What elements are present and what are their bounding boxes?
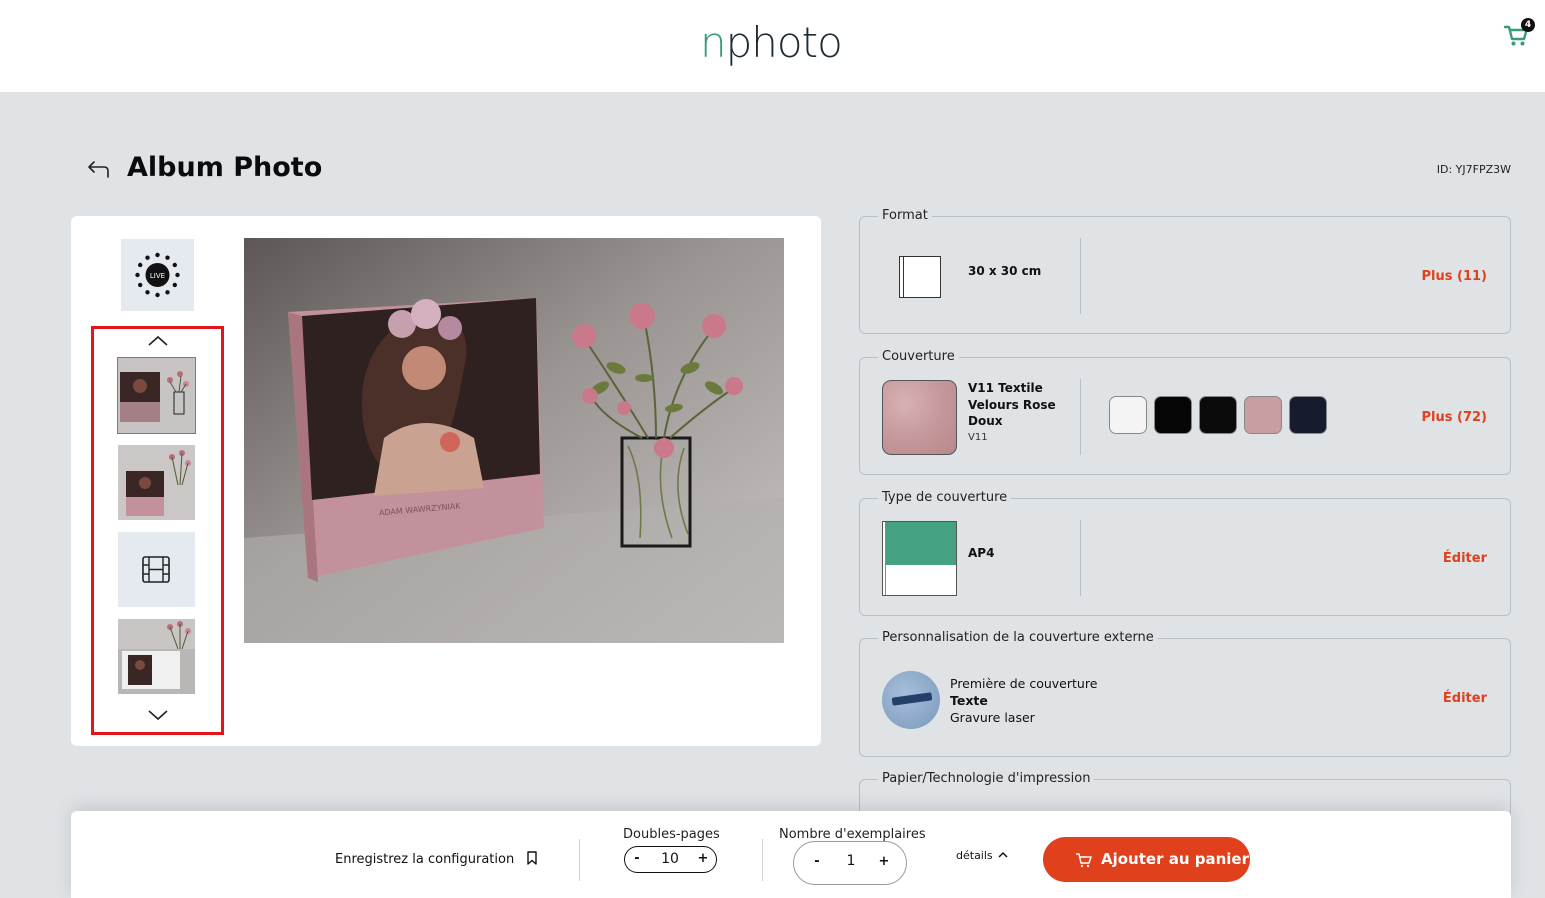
chevron-up-icon [148, 335, 168, 346]
cover-name: V11 Textile Velours Rose Doux V11 [968, 380, 1056, 446]
live-icon: LIVE [135, 252, 180, 298]
thumbnails-down-button[interactable] [146, 707, 170, 721]
paper-legend: Papier/Technologie d'impression [878, 771, 1095, 787]
back-arrow-icon [88, 161, 109, 178]
pages-decrement-button[interactable]: - [630, 851, 644, 867]
format-value: 30 x 30 cm [968, 264, 1042, 278]
laser-engraving-preview [882, 671, 940, 729]
personalization-details: Première de couverture Texte Gravure las… [950, 675, 1097, 726]
main-product-photo: ADAM WAWRZYNIAK [244, 238, 784, 643]
cover-personalization-panel: Personnalisation de la couverture extern… [859, 630, 1511, 757]
details-label: détails [956, 849, 993, 862]
thumbnail-photo-2[interactable] [118, 445, 195, 520]
add-to-cart-label: Ajouter au panier [1101, 850, 1249, 868]
thumbnail-photo-3[interactable] [118, 619, 195, 694]
format-more-button[interactable]: Plus (11) [1422, 269, 1487, 284]
bookmark-icon [527, 851, 538, 865]
nphoto-logo[interactable]: nphoto [700, 22, 843, 64]
cover-code: V11 [968, 431, 988, 443]
cart-button[interactable]: 4 [1503, 18, 1535, 52]
format-option-panel: Format 30 x 30 cm Plus (11) [859, 208, 1511, 334]
thumbnail-photo-1[interactable] [117, 357, 196, 434]
thumbnail-video[interactable] [118, 532, 195, 607]
navy-textile-swatch[interactable] [1289, 396, 1327, 434]
add-to-cart-button[interactable]: Ajouter au panier [1043, 837, 1250, 882]
cover-more-button[interactable]: Plus (72) [1422, 410, 1487, 425]
cover-option-panel: Couverture V11 Textile Velours Rose Doux… [859, 349, 1511, 475]
cover-material-preview [882, 380, 957, 455]
cover-divider [1080, 379, 1081, 455]
black-textile-swatch[interactable] [1154, 396, 1192, 434]
film-icon [142, 556, 170, 583]
white-textile-swatch[interactable] [1109, 396, 1147, 434]
personalization-line-1: Première de couverture [950, 676, 1098, 691]
copies-value[interactable]: 1 [836, 852, 866, 870]
format-legend: Format [878, 208, 932, 224]
cover-name-line-1: V11 Textile [968, 381, 1043, 395]
cover-type-preview [882, 521, 957, 596]
thumbnail-rail [91, 326, 224, 735]
cart-count-badge: 4 [1521, 18, 1535, 32]
cover-type-legend: Type de couverture [878, 490, 1012, 506]
pink-velvet-swatch[interactable] [1244, 396, 1282, 434]
cart-icon [1076, 853, 1092, 868]
copies-label: Nombre d'exemplaires [779, 827, 926, 842]
back-button[interactable] [86, 157, 112, 181]
format-square-icon [899, 256, 941, 298]
double-pages-stepper: - 10 + [624, 846, 717, 873]
copies-increment-button[interactable]: + [877, 854, 891, 870]
double-pages-label: Doubles-pages [623, 827, 720, 842]
configuration-id: ID: YJ7FPZ3W [1436, 163, 1511, 176]
cover-name-line-3: Doux [968, 414, 1003, 428]
live-preview-button[interactable]: LIVE [121, 239, 194, 311]
personalization-line-3: Gravure laser [950, 710, 1035, 725]
top-header: nphoto 4 [0, 0, 1545, 92]
chevron-up-icon [998, 851, 1008, 858]
logo-wordmark: photo [725, 18, 843, 67]
live-label: LIVE [150, 272, 165, 280]
preview-card: LIVE ADAM WAWRZYNIAK [71, 216, 821, 746]
bar-separator [579, 839, 580, 881]
thumbnails-up-button[interactable] [146, 333, 170, 347]
cover-legend: Couverture [878, 349, 959, 365]
cover-type-option-panel: Type de couverture AP4 Éditer [859, 490, 1511, 616]
black-velvet-swatch[interactable] [1199, 396, 1237, 434]
copies-stepper: - 1 + [793, 841, 907, 885]
format-divider [1080, 238, 1081, 314]
details-toggle[interactable]: détails [956, 849, 1008, 862]
pages-increment-button[interactable]: + [696, 851, 710, 867]
bottom-action-bar: Enregistrez la configuration Doubles-pag… [71, 811, 1511, 898]
personalization-legend: Personnalisation de la couverture extern… [878, 630, 1158, 646]
bar-separator [762, 839, 763, 881]
cover-type-value: AP4 [968, 546, 995, 560]
personalization-edit-button[interactable]: Éditer [1443, 691, 1487, 706]
cover-type-edit-button[interactable]: Éditer [1443, 551, 1487, 566]
logo-letter: n [700, 18, 727, 67]
save-configuration-label: Enregistrez la configuration [335, 852, 515, 867]
chevron-down-icon [148, 710, 168, 721]
personalization-line-2: Texte [950, 693, 988, 708]
copies-decrement-button[interactable]: - [810, 854, 824, 870]
page-title: Album Photo [127, 152, 323, 183]
pages-value[interactable]: 10 [655, 850, 685, 868]
save-configuration-button[interactable]: Enregistrez la configuration [335, 851, 538, 867]
cover-name-line-2: Velours Rose [968, 397, 1056, 412]
cover-type-divider [1080, 520, 1081, 596]
